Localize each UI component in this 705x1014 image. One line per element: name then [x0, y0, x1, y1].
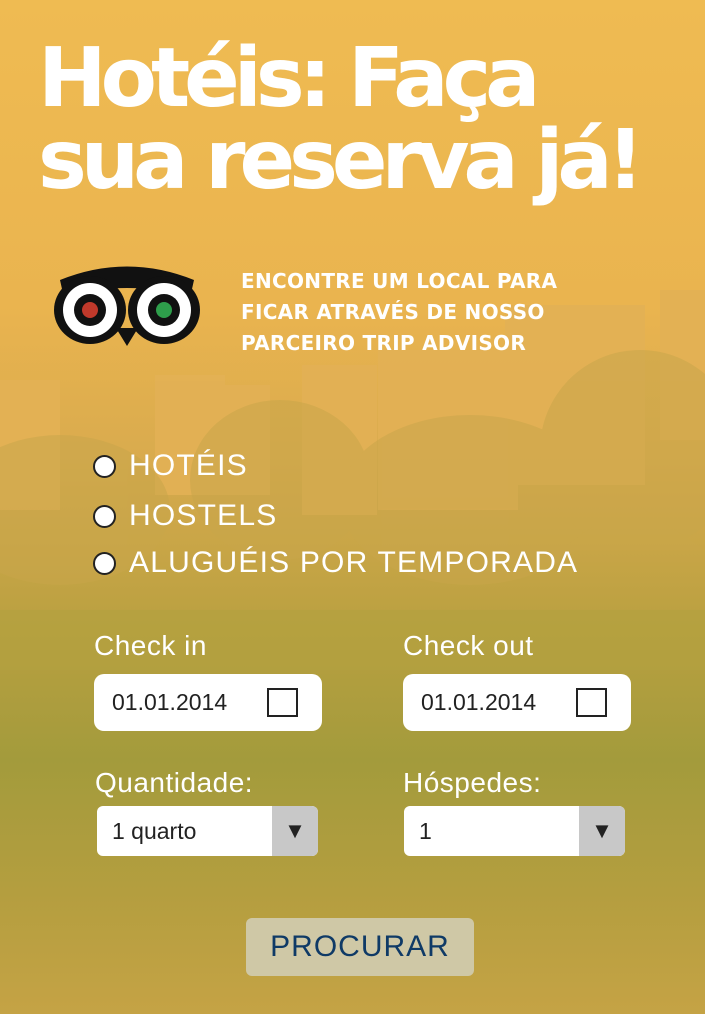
checkin-field[interactable]: 01.01.2014 — [94, 674, 322, 731]
title-line-2: sua reserva já! — [38, 113, 644, 208]
rooms-value: 1 quarto — [112, 817, 197, 844]
dropdown-arrow-icon[interactable]: ▼ — [579, 806, 625, 856]
guests-select[interactable]: 1 ▼ — [404, 806, 625, 856]
option-rentals-label: ALUGUÉIS POR TEMPORADA — [129, 546, 579, 579]
checkout-field[interactable]: 01.01.2014 — [403, 674, 631, 731]
title-line-1: Hotéis: Faça — [38, 31, 541, 126]
option-hostels-label: HOSTELS — [129, 499, 278, 532]
page-title: Hotéis: Faça sua reserva já! — [38, 38, 678, 202]
checkin-label: Check in — [94, 630, 207, 661]
rooms-select[interactable]: 1 quarto ▼ — [97, 806, 318, 856]
tagline-line-3: PARCEIRO TRIP ADVISOR — [241, 331, 527, 355]
calendar-icon[interactable] — [267, 688, 298, 717]
option-hotels-label: HOTÉIS — [129, 449, 248, 482]
option-hostels[interactable]: HOSTELS — [93, 499, 277, 533]
radio-hotels[interactable] — [93, 454, 116, 478]
checkin-value: 01.01.2014 — [112, 689, 228, 715]
dropdown-arrow-icon[interactable]: ▼ — [272, 806, 318, 856]
radio-hostels[interactable] — [93, 504, 116, 528]
checkout-value: 01.01.2014 — [421, 689, 537, 715]
owl-eyes-icon — [54, 266, 200, 346]
option-hotels[interactable]: HOTÉIS — [93, 449, 248, 483]
option-rentals[interactable]: ALUGUÉIS POR TEMPORADA — [93, 546, 578, 580]
guests-value: 1 — [419, 817, 432, 844]
search-button[interactable]: PROCURAR — [246, 918, 474, 976]
checkout-label: Check out — [403, 630, 534, 661]
tagline-line-2: FICAR ATRAVÉS DE NOSSO — [241, 300, 545, 324]
calendar-icon[interactable] — [576, 688, 607, 717]
guests-label: Hóspedes: — [403, 767, 542, 798]
partner-tagline: ENCONTRE UM LOCAL PARA FICAR ATRAVÉS DE … — [241, 266, 571, 359]
rooms-label: Quantidade: — [95, 767, 254, 798]
tagline-line-1: ENCONTRE UM LOCAL PARA — [241, 269, 558, 293]
radio-rentals[interactable] — [93, 551, 116, 575]
